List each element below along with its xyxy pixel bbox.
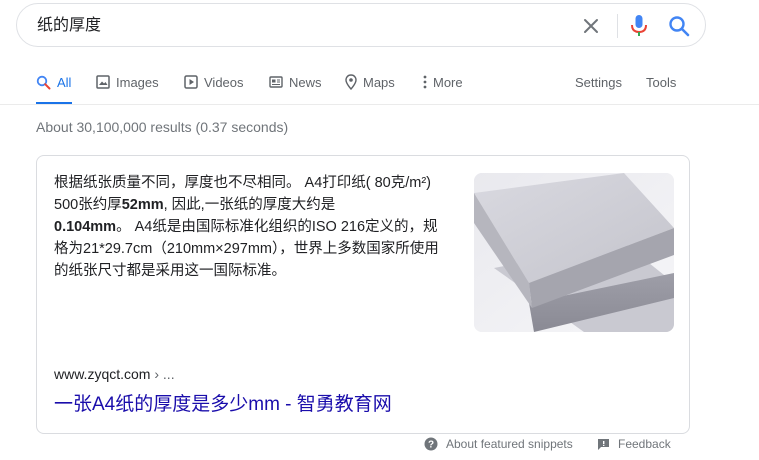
voice-search-button[interactable]	[629, 14, 649, 38]
snippet-text-segment: , 因此,一张纸的厚度大约是	[163, 197, 336, 213]
about-featured-snippets-label: About featured snippets	[446, 437, 573, 451]
tools-label: Tools	[646, 74, 677, 90]
tab-label: More	[433, 74, 463, 90]
snippet-highlight: 0.104mm	[54, 219, 117, 235]
tab-label: News	[289, 74, 322, 90]
feedback-label: Feedback	[618, 437, 671, 451]
search-icon	[669, 16, 690, 37]
tab-more[interactable]: More	[423, 62, 463, 102]
settings-link[interactable]: Settings	[575, 62, 622, 102]
paper-stack-image	[474, 173, 674, 332]
svg-text:?: ?	[428, 440, 434, 451]
search-divider	[617, 14, 618, 38]
map-pin-icon	[345, 74, 357, 90]
more-vert-icon	[423, 75, 427, 89]
snippet-highlight: 52mm	[121, 197, 164, 213]
search-button[interactable]	[668, 15, 690, 37]
tabs-divider	[0, 104, 759, 105]
settings-label: Settings	[575, 74, 622, 90]
cite-menu[interactable]: › ...	[154, 366, 174, 382]
play-icon	[184, 75, 198, 89]
feedback-link[interactable]: Feedback	[597, 437, 671, 451]
microphone-icon	[631, 15, 647, 36]
tab-label: Images	[116, 74, 159, 90]
search-input[interactable]: 纸的厚度	[37, 16, 101, 36]
tab-videos[interactable]: Videos	[184, 62, 244, 102]
tab-label: Maps	[363, 74, 395, 90]
clear-search-button[interactable]	[581, 16, 601, 36]
search-box[interactable]: 纸的厚度	[16, 3, 706, 47]
close-icon	[584, 19, 598, 33]
image-icon	[96, 75, 110, 89]
tab-all[interactable]: All	[36, 62, 71, 102]
tools-link[interactable]: Tools	[646, 62, 676, 102]
tab-news[interactable]: News	[269, 62, 322, 102]
help-icon: ?	[424, 437, 438, 451]
news-icon	[269, 76, 283, 88]
tab-label: Videos	[204, 74, 244, 90]
snippet-text: 根据纸张质量不同，厚度也不尽相同。 A4打印纸( 80克/m²) 500张约厚5…	[54, 172, 442, 282]
about-featured-snippets-link[interactable]: ? About featured snippets	[424, 437, 573, 451]
cite-domain: www.zyqct.com	[54, 366, 151, 382]
featured-snippet-card: 根据纸张质量不同，厚度也不尽相同。 A4打印纸( 80克/m²) 500张约厚5…	[36, 155, 690, 434]
tab-maps[interactable]: Maps	[345, 62, 395, 102]
tab-label: All	[57, 74, 72, 90]
result-title-link[interactable]: 一张A4纸的厚度是多少mm - 智勇教育网	[54, 389, 392, 416]
result-stats: About 30,100,000 results (0.37 seconds)	[36, 119, 289, 135]
result-citation: www.zyqct.com › ...	[54, 366, 175, 382]
feedback-icon	[598, 438, 609, 450]
snippet-image[interactable]	[474, 173, 674, 332]
tab-images[interactable]: Images	[96, 62, 159, 102]
search-tabs: All Images Videos News Maps More Setting…	[0, 62, 759, 105]
search-icon	[36, 75, 51, 89]
